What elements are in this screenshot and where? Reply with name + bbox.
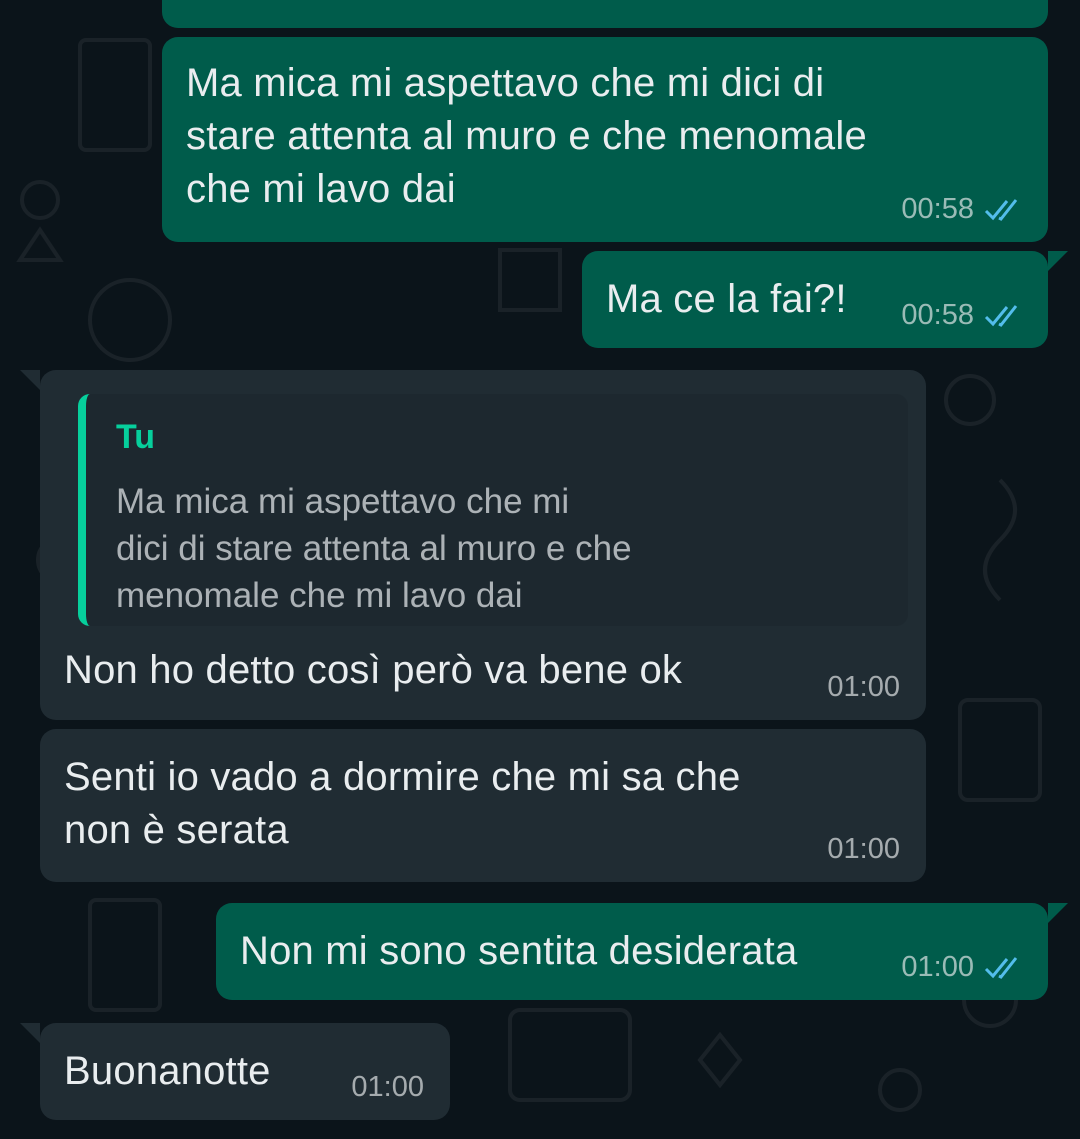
message-bubble-outgoing[interactable]: Ma ce la fai?! 00:58 — [582, 251, 1068, 348]
message-text: Senti io vado a dormire che mi sa che no… — [64, 755, 741, 852]
message-meta: 00:58 — [901, 193, 1024, 226]
message-text: Non ho detto così però va bene ok — [64, 648, 683, 692]
message-time: 00:58 — [901, 193, 974, 225]
double-check-icon — [984, 956, 1024, 980]
quoted-author: Tu — [116, 418, 156, 456]
message-text: Ma ce la fai?! — [606, 277, 847, 321]
double-check-icon — [984, 304, 1024, 328]
message-meta: 01:00 — [827, 671, 900, 704]
bubble-tail — [20, 1023, 40, 1043]
bubble-tail — [20, 370, 40, 390]
message-text: Buonanotte — [64, 1049, 271, 1093]
quoted-text: Ma mica mi aspettavo che mi dici di star… — [116, 482, 632, 615]
bubble-tail — [1048, 251, 1068, 271]
message-meta: 01:00 — [827, 833, 900, 866]
message-time: 01:00 — [827, 671, 900, 703]
message-bubble-outgoing[interactable]: Non mi sono sentita desiderata 01:00 — [216, 903, 1068, 1000]
message-bubble-incoming[interactable]: Senti io vado a dormire che mi sa che no… — [40, 729, 926, 882]
message-meta: 01:00 — [901, 951, 1024, 984]
message-bubble-partial[interactable] — [162, 0, 1048, 28]
message-bubble-outgoing[interactable]: Ma mica mi aspettavo che mi dici di star… — [162, 37, 1048, 242]
message-time: 01:00 — [901, 951, 974, 983]
message-bubble-incoming[interactable]: Tu Ma mica mi aspettavo che mi dici di s… — [20, 370, 926, 720]
quoted-message[interactable]: Tu Ma mica mi aspettavo che mi dici di s… — [78, 394, 908, 626]
message-time: 00:58 — [901, 299, 974, 331]
message-text: Ma mica mi aspettavo che mi dici di star… — [186, 61, 867, 211]
message-time: 01:00 — [351, 1071, 424, 1103]
double-check-icon — [984, 198, 1024, 222]
message-text: Non mi sono sentita desiderata — [240, 929, 798, 973]
message-bubble-incoming[interactable]: Buonanotte 01:00 — [20, 1023, 450, 1120]
message-time: 01:00 — [827, 833, 900, 865]
bubble-tail — [1048, 903, 1068, 923]
message-meta: 01:00 — [351, 1071, 424, 1104]
message-meta: 00:58 — [901, 299, 1024, 332]
